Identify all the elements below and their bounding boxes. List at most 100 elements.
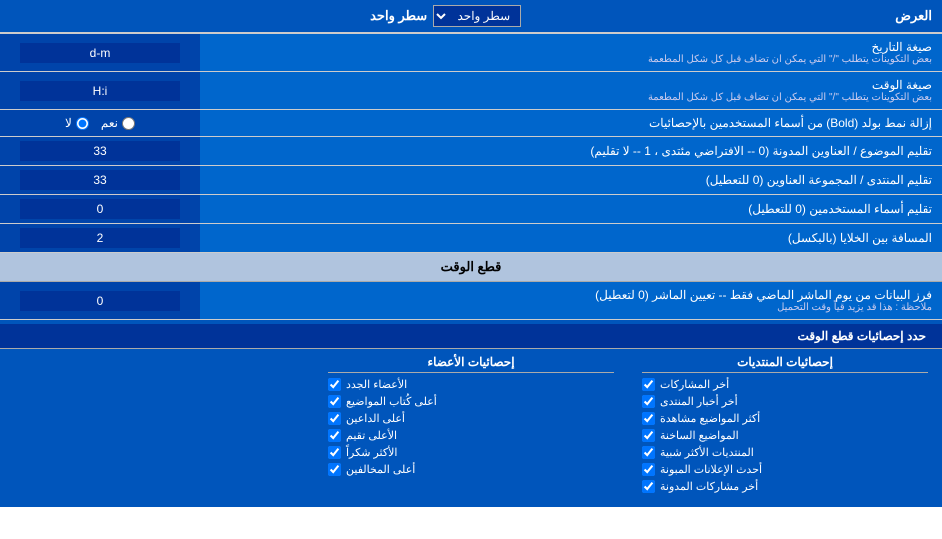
cb-col2-1[interactable] <box>328 395 341 408</box>
header-row: العرض سطر واحد سطرين ثلاثة أسطر سطر واحد <box>0 0 942 34</box>
topics-limit-label: تقليم الموضوع / العناوين المدونة (0 -- ا… <box>200 137 942 165</box>
checkboxes-outer: حدد إحصائيات قطع الوقت إحصائيات المنتديا… <box>0 320 942 507</box>
cutoff-days-title: فرز البيانات من يوم الماشر الماضي فقط --… <box>595 288 932 302</box>
cutoff-title: قطع الوقت <box>441 259 502 274</box>
col1-item-0: أخر المشاركات <box>660 378 729 391</box>
users-limit-row: تقليم أسماء المستخدمين (0 للتعطيل) <box>0 195 942 224</box>
radio-yes-label[interactable]: نعم <box>101 116 135 130</box>
header-title: سطر واحد <box>370 8 427 24</box>
time-format-input[interactable] <box>20 81 180 101</box>
col1-item-6: أخر مشاركات المدونة <box>660 480 758 493</box>
forum-limit-title: تقليم المنتدى / المجموعة العناوين (0 للت… <box>706 173 932 187</box>
list-item: أعلى المخالفين <box>328 463 614 476</box>
users-limit-input-wrap <box>0 195 200 223</box>
col1-item-1: أخر أخبار المنتدى <box>660 395 738 408</box>
col2: إحصائيات الأعضاء الأعضاء الجدد أعلى كُتا… <box>314 349 628 503</box>
cutoff-days-input-wrap <box>0 282 200 319</box>
list-item: الأعلى تقيم <box>328 429 614 442</box>
list-item: أكثر المواضيع مشاهدة <box>642 412 928 425</box>
col1: إحصائيات المنتديات أخر المشاركات أخر أخب… <box>628 349 942 503</box>
cb-col1-6[interactable] <box>642 480 655 493</box>
list-item: أخر أخبار المنتدى <box>642 395 928 408</box>
cell-spacing-input-wrap <box>0 224 200 252</box>
time-format-row: صيغة الوقت بعض التكوينات يتطلب "/" التي … <box>0 72 942 110</box>
cutoff-note: ملاحظة : هذا قد يزيد قياً وقت التحميل <box>595 302 932 313</box>
col1-item-5: أحدث الإعلانات المبونة <box>660 463 762 476</box>
display-label: العرض <box>895 8 932 24</box>
bold-remove-radio-wrap: نعم لا <box>0 110 200 136</box>
col2-item-3: الأعلى تقيم <box>346 429 397 442</box>
users-limit-input[interactable] <box>20 199 180 219</box>
bold-remove-label: إزالة نمط بولد (Bold) من أسماء المستخدمي… <box>200 110 942 136</box>
cb-col1-3[interactable] <box>642 429 655 442</box>
date-format-sublabel: بعض التكوينات يتطلب "/" التي يمكن ان تضا… <box>648 54 932 65</box>
users-limit-title: تقليم أسماء المستخدمين (0 للتعطيل) <box>748 202 932 216</box>
forum-limit-label: تقليم المنتدى / المجموعة العناوين (0 للت… <box>200 166 942 194</box>
date-format-row: صيغة التاريخ بعض التكوينات يتطلب "/" الت… <box>0 34 942 72</box>
col2-item-2: أعلى الداعين <box>346 412 405 425</box>
time-format-sublabel: بعض التكوينات يتطلب "/" التي يمكن ان تضا… <box>648 92 932 103</box>
list-item: أعلى كُتاب المواضيع <box>328 395 614 408</box>
col2-header: إحصائيات الأعضاء <box>328 355 614 373</box>
bold-remove-title: إزالة نمط بولد (Bold) من أسماء المستخدمي… <box>649 116 932 130</box>
col1-item-3: المواضيع الساخنة <box>660 429 739 442</box>
cb-col2-0[interactable] <box>328 378 341 391</box>
main-container: العرض سطر واحد سطرين ثلاثة أسطر سطر واحد… <box>0 0 942 507</box>
cell-spacing-title: المسافة بين الخلايا (بالبكسل) <box>788 231 932 245</box>
col1-header: إحصائيات المنتديات <box>642 355 928 373</box>
cb-col1-1[interactable] <box>642 395 655 408</box>
date-format-input[interactable] <box>20 43 180 63</box>
users-limit-label: تقليم أسماء المستخدمين (0 للتعطيل) <box>200 195 942 223</box>
bold-remove-row: إزالة نمط بولد (Bold) من أسماء المستخدمي… <box>0 110 942 137</box>
lines-select[interactable]: سطر واحد سطرين ثلاثة أسطر <box>433 5 521 27</box>
date-format-title: صيغة التاريخ <box>648 40 932 54</box>
list-item: أخر مشاركات المدونة <box>642 480 928 493</box>
col2-item-5: أعلى المخالفين <box>346 463 415 476</box>
time-format-label: صيغة الوقت بعض التكوينات يتطلب "/" التي … <box>200 72 942 109</box>
time-format-input-wrap <box>0 72 200 109</box>
list-item: المنتديات الأكثر شبية <box>642 446 928 459</box>
topics-limit-input-wrap <box>0 137 200 165</box>
topics-limit-row: تقليم الموضوع / العناوين المدونة (0 -- ا… <box>0 137 942 166</box>
cb-col1-2[interactable] <box>642 412 655 425</box>
topics-limit-title: تقليم الموضوع / العناوين المدونة (0 -- ا… <box>590 144 932 158</box>
col1-item-4: المنتديات الأكثر شبية <box>660 446 754 459</box>
list-item: أعلى الداعين <box>328 412 614 425</box>
date-format-input-wrap <box>0 34 200 71</box>
list-item: الأكثر شكراً <box>328 446 614 459</box>
radio-no-label[interactable]: لا <box>65 116 89 130</box>
cb-col2-4[interactable] <box>328 446 341 459</box>
time-format-title: صيغة الوقت <box>648 78 932 92</box>
cutoff-section-header: قطع الوقت <box>0 253 942 282</box>
list-item: أخر المشاركات <box>642 378 928 391</box>
cutoff-days-input[interactable] <box>20 291 180 311</box>
checkboxes-grid: إحصائيات المنتديات أخر المشاركات أخر أخب… <box>0 349 942 503</box>
radio-no[interactable] <box>76 117 89 130</box>
list-item: الأعضاء الجدد <box>328 378 614 391</box>
cb-col2-3[interactable] <box>328 429 341 442</box>
col1-item-2: أكثر المواضيع مشاهدة <box>660 412 760 425</box>
cb-col1-0[interactable] <box>642 378 655 391</box>
cutoff-days-row: فرز البيانات من يوم الماشر الماضي فقط --… <box>0 282 942 320</box>
col2-item-0: الأعضاء الجدد <box>346 378 407 391</box>
cb-col1-4[interactable] <box>642 446 655 459</box>
cell-spacing-input[interactable] <box>20 228 180 248</box>
col2-item-1: أعلى كُتاب المواضيع <box>346 395 437 408</box>
cb-col2-5[interactable] <box>328 463 341 476</box>
cb-col1-5[interactable] <box>642 463 655 476</box>
list-item: المواضيع الساخنة <box>642 429 928 442</box>
cb-col2-2[interactable] <box>328 412 341 425</box>
col3 <box>0 349 314 503</box>
forum-limit-input-wrap <box>0 166 200 194</box>
list-item: أحدث الإعلانات المبونة <box>642 463 928 476</box>
cutoff-days-label: فرز البيانات من يوم الماشر الماضي فقط --… <box>200 282 942 319</box>
cell-spacing-row: المسافة بين الخلايا (بالبكسل) <box>0 224 942 253</box>
date-format-label: صيغة التاريخ بعض التكوينات يتطلب "/" الت… <box>200 34 942 71</box>
forum-limit-input[interactable] <box>20 170 180 190</box>
forum-limit-row: تقليم المنتدى / المجموعة العناوين (0 للت… <box>0 166 942 195</box>
cell-spacing-label: المسافة بين الخلايا (بالبكسل) <box>200 224 942 252</box>
topics-limit-input[interactable] <box>20 141 180 161</box>
col2-item-4: الأكثر شكراً <box>346 446 397 459</box>
radio-yes[interactable] <box>122 117 135 130</box>
checkboxes-header: حدد إحصائيات قطع الوقت <box>0 324 942 349</box>
